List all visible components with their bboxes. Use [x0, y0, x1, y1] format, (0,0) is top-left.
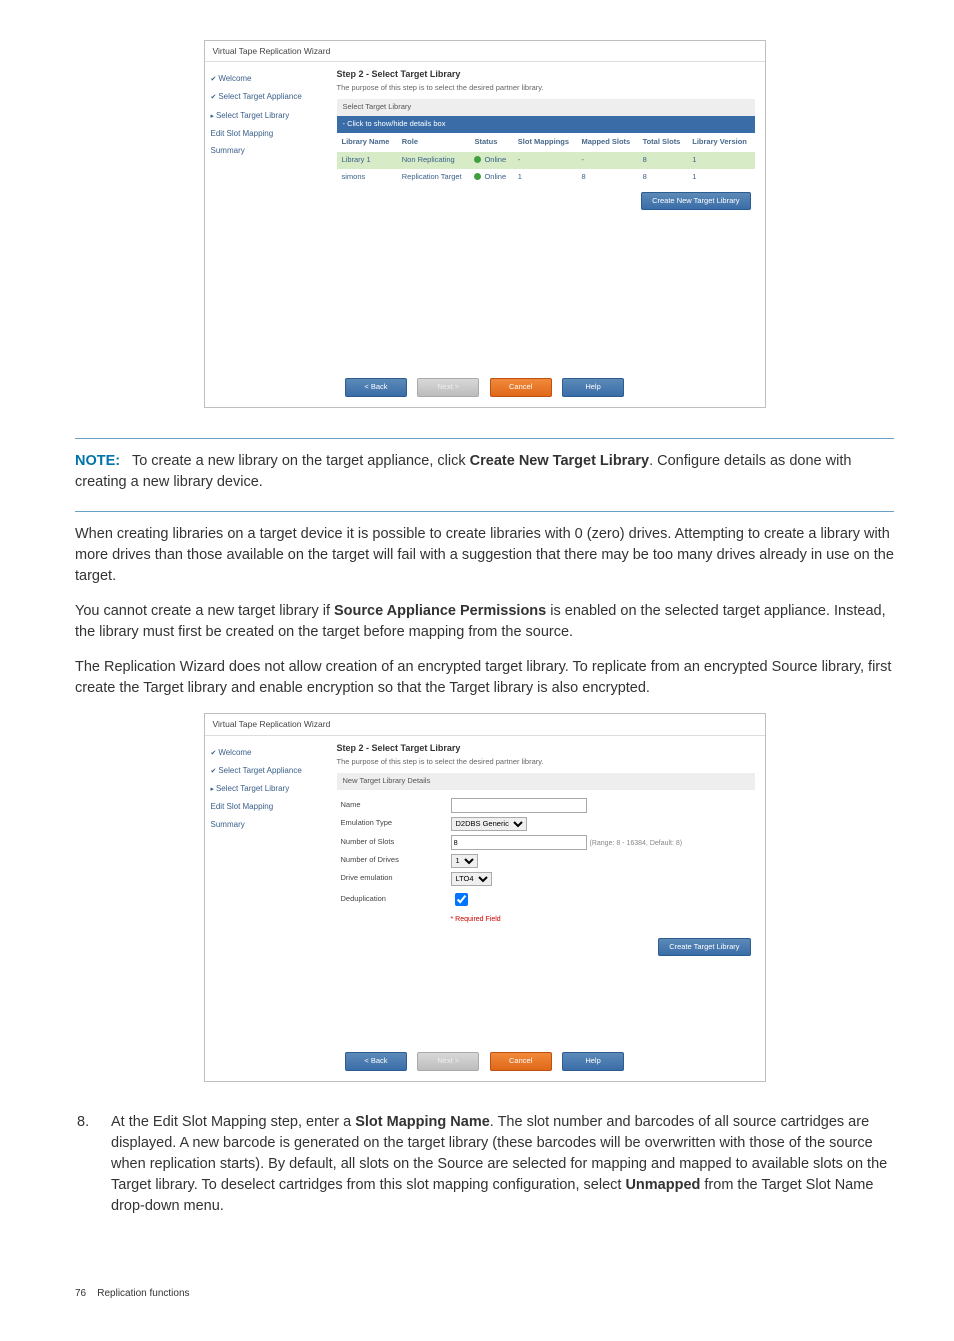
table-row[interactable]: Library 1 Non Replicating Online - - 8 1	[337, 152, 755, 169]
col-mapped-slots[interactable]: Mapped Slots	[576, 133, 637, 152]
page-number: 76	[75, 1288, 86, 1299]
library-table: Library Name Role Status Slot Mappings M…	[337, 133, 755, 186]
step-heading: Step 2 - Select Target Library	[337, 742, 755, 755]
help-button[interactable]: Help	[562, 378, 624, 397]
wizard-sidebar: Welcome Select Target Appliance Select T…	[205, 62, 337, 370]
details-toggle-bar[interactable]: - Click to show/hide details box	[337, 116, 755, 133]
section-label: New Target Library Details	[337, 773, 755, 790]
wizard-title: Virtual Tape Replication Wizard	[205, 714, 765, 734]
wizard-main: Step 2 - Select Target Library The purpo…	[337, 736, 765, 1044]
wizard-main: Step 2 - Select Target Library The purpo…	[337, 62, 765, 370]
note-paragraph: NOTE: To create a new library on the tar…	[75, 451, 894, 493]
cancel-button[interactable]: Cancel	[490, 1052, 552, 1071]
back-button[interactable]: < Back	[345, 1052, 407, 1071]
section-label: Select Target Library	[337, 99, 755, 116]
field-label-dedup: Deduplication	[341, 894, 451, 905]
table-row[interactable]: simons Replication Target Online 1 8 8 1	[337, 169, 755, 186]
paragraph-source-permissions: You cannot create a new target library i…	[75, 601, 894, 643]
status-online-icon	[474, 173, 481, 180]
sidebar-step-edit-slot-mapping[interactable]: Edit Slot Mapping	[211, 798, 331, 816]
sidebar-step-edit-slot-mapping[interactable]: Edit Slot Mapping	[211, 125, 331, 143]
paragraph-zero-drives: When creating libraries on a target devi…	[75, 524, 894, 587]
field-label-drives: Number of Drives	[341, 855, 451, 866]
next-button[interactable]: Next >	[417, 1052, 479, 1071]
sidebar-step-welcome[interactable]: Welcome	[211, 744, 331, 762]
col-slot-mappings[interactable]: Slot Mappings	[513, 133, 577, 152]
sidebar-step-target-library[interactable]: Select Target Library	[211, 780, 331, 798]
emulation-type-select[interactable]: D2DBS Generic	[451, 817, 527, 831]
note-label: NOTE:	[75, 453, 120, 469]
next-button[interactable]: Next >	[417, 378, 479, 397]
slots-hint: (Range: 8 - 16384, Default: 8)	[590, 840, 683, 847]
create-target-library-button[interactable]: Create Target Library	[658, 938, 750, 957]
status-online-icon	[474, 156, 481, 163]
footer-title: Replication functions	[97, 1288, 189, 1299]
col-library-name[interactable]: Library Name	[337, 133, 397, 152]
step-subtext: The purpose of this step is to select th…	[337, 757, 755, 768]
sidebar-step-target-appliance[interactable]: Select Target Appliance	[211, 88, 331, 106]
number-of-drives-select[interactable]: 1	[451, 854, 478, 868]
sidebar-step-welcome[interactable]: Welcome	[211, 70, 331, 88]
paragraph-encrypted-target: The Replication Wizard does not allow cr…	[75, 657, 894, 699]
drive-emulation-select[interactable]: LTO4	[451, 872, 492, 886]
cancel-button[interactable]: Cancel	[490, 378, 552, 397]
step-8: 8. At the Edit Slot Mapping step, enter …	[75, 1112, 894, 1217]
field-label-slots: Number of Slots	[341, 837, 451, 848]
wizard-title: Virtual Tape Replication Wizard	[205, 41, 765, 61]
back-button[interactable]: < Back	[345, 378, 407, 397]
help-button[interactable]: Help	[562, 1052, 624, 1071]
col-status[interactable]: Status	[469, 133, 512, 152]
step-list: 8. At the Edit Slot Mapping step, enter …	[75, 1112, 894, 1217]
field-label-name: Name	[341, 800, 451, 811]
required-field-note: * Required Field	[341, 911, 751, 925]
deduplication-checkbox[interactable]	[455, 893, 468, 906]
wizard-new-target-library: Virtual Tape Replication Wizard Welcome …	[204, 713, 766, 1081]
number-of-slots-input[interactable]	[451, 835, 587, 850]
step-subtext: The purpose of this step is to select th…	[337, 83, 755, 94]
wizard-select-target-library: Virtual Tape Replication Wizard Welcome …	[204, 40, 766, 408]
col-library-version[interactable]: Library Version	[687, 133, 754, 152]
name-input[interactable]	[451, 798, 587, 813]
step-number: 8.	[75, 1112, 111, 1217]
page-footer: 76 Replication functions	[75, 1287, 894, 1302]
col-role[interactable]: Role	[397, 133, 470, 152]
sidebar-step-summary[interactable]: Summary	[211, 142, 331, 160]
wizard-footer: < Back Next > Cancel Help	[205, 370, 765, 407]
sidebar-step-target-library[interactable]: Select Target Library	[211, 107, 331, 125]
step-text: At the Edit Slot Mapping step, enter a S…	[111, 1112, 894, 1217]
step-heading: Step 2 - Select Target Library	[337, 68, 755, 81]
create-new-target-library-button[interactable]: Create New Target Library	[641, 192, 750, 211]
sidebar-step-target-appliance[interactable]: Select Target Appliance	[211, 762, 331, 780]
sidebar-step-summary[interactable]: Summary	[211, 816, 331, 834]
col-total-slots[interactable]: Total Slots	[638, 133, 688, 152]
divider	[75, 511, 894, 512]
wizard-footer: < Back Next > Cancel Help	[205, 1044, 765, 1081]
field-label-emulation: Emulation Type	[341, 818, 451, 829]
divider	[75, 438, 894, 439]
wizard-sidebar: Welcome Select Target Appliance Select T…	[205, 736, 337, 1044]
field-label-drive-emulation: Drive emulation	[341, 873, 451, 884]
